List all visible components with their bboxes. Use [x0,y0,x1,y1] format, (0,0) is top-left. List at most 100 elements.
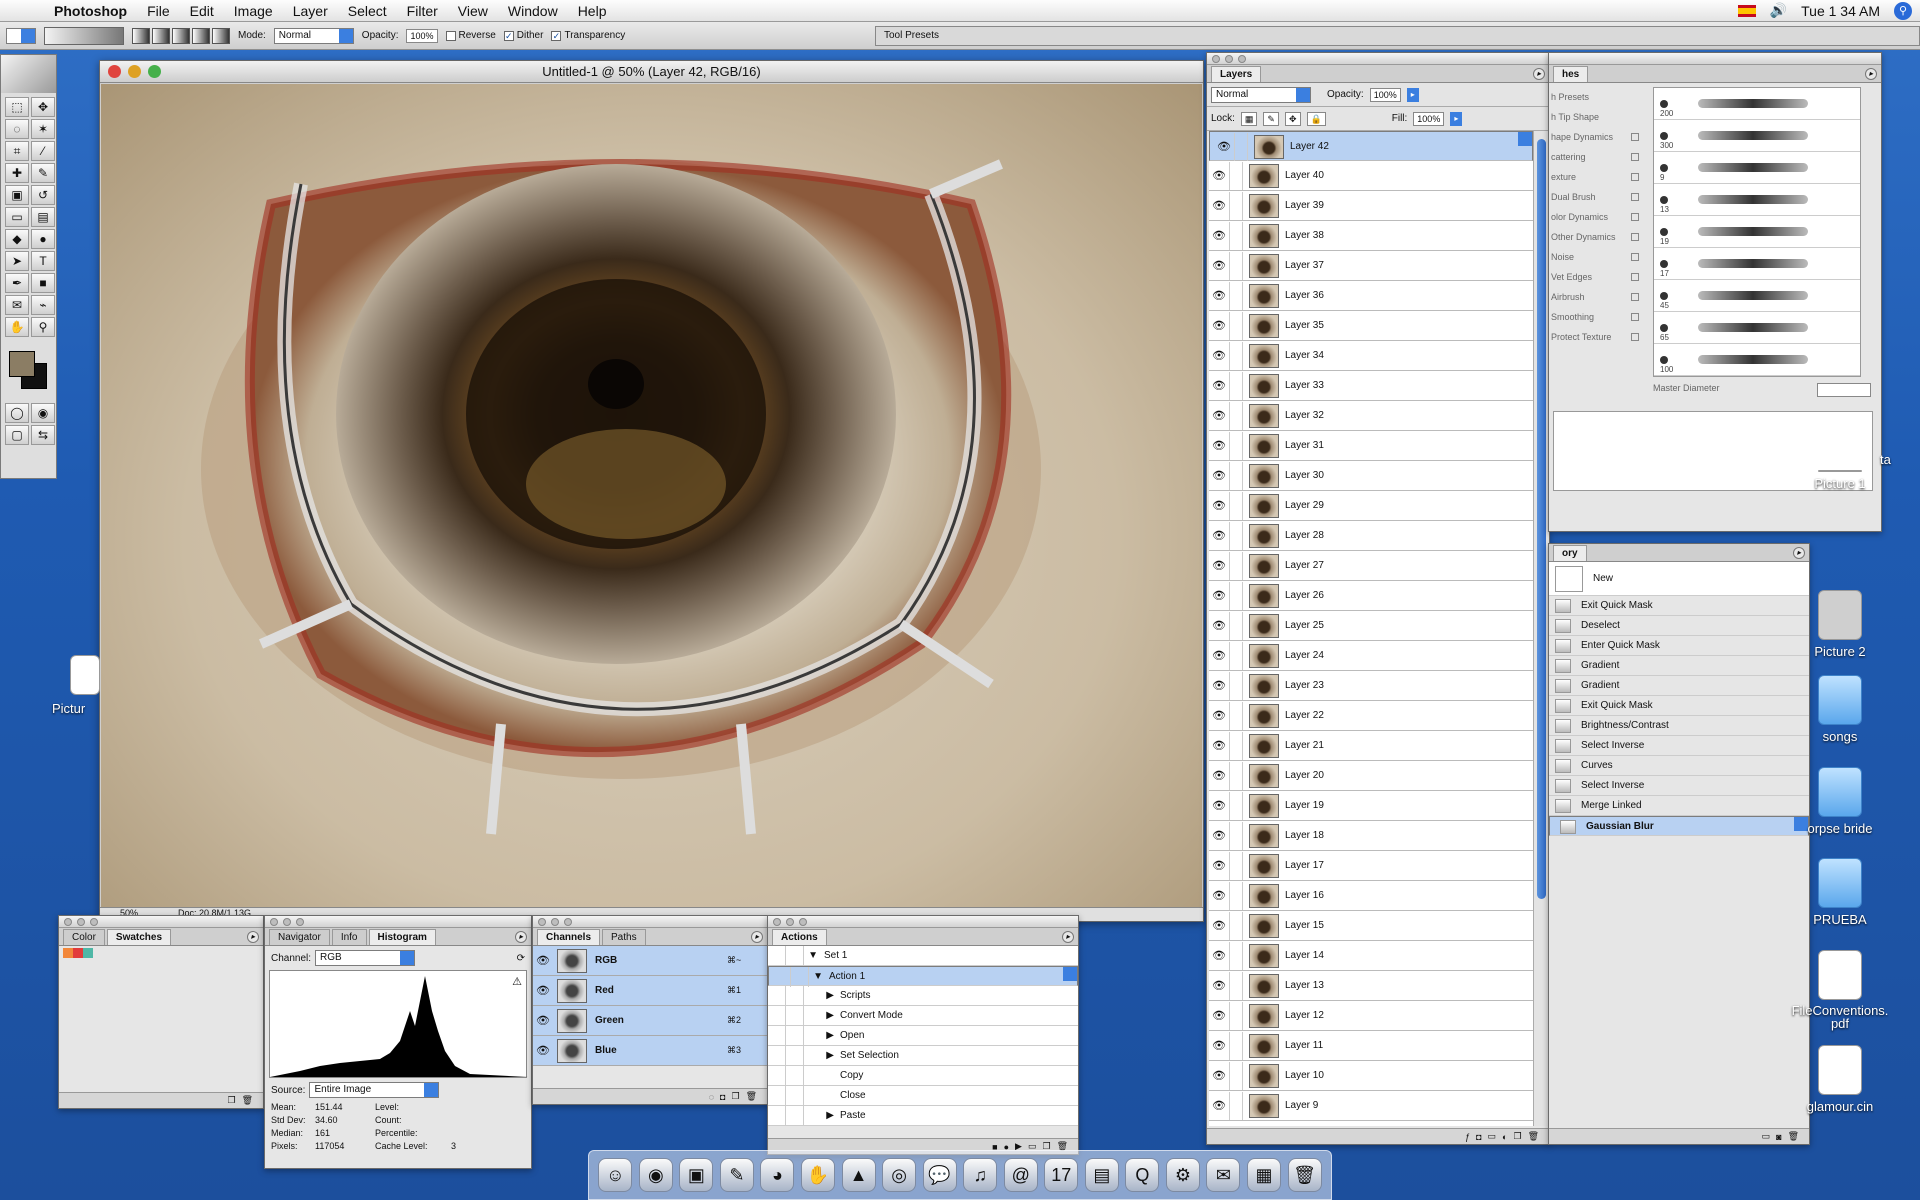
eye-visibility-icon[interactable]: 👁 [1209,799,1229,812]
lock-icon[interactable] [1631,133,1639,141]
brush-option[interactable]: Vet Edges [1549,267,1645,287]
histogram-menu-icon[interactable]: ▸ [515,931,527,943]
layer-row[interactable]: 👁 Layer 27 [1209,551,1533,581]
brush-option[interactable]: Airbrush [1549,287,1645,307]
input-flag-icon[interactable] [1737,4,1756,17]
quicktime-icon[interactable]: Q [1125,1158,1160,1192]
feather-logo-icon[interactable] [1,55,56,93]
history-state[interactable]: Exit Quick Mask [1549,696,1809,716]
safari-icon[interactable]: ◎ [882,1158,917,1192]
eye-visibility-icon[interactable]: 👁 [1209,679,1229,692]
layer-link-cell[interactable] [1229,851,1243,880]
layer-row[interactable]: 👁 Layer 26 [1209,581,1533,611]
action-dialog-cell[interactable] [786,1065,804,1086]
layer-link-cell[interactable] [1229,581,1243,610]
eye-visibility-icon[interactable]: 👁 [1209,709,1229,722]
imovie-icon[interactable]: ▣ [679,1158,714,1192]
brush-preset[interactable]: 45 [1654,280,1860,312]
history-state[interactable]: Gaussian Blur [1549,816,1809,836]
layer-link-cell[interactable] [1229,371,1243,400]
layer-style-icon[interactable]: ƒ [1465,1132,1470,1142]
history-state[interactable]: Select Inverse [1549,776,1809,796]
layer-row[interactable]: 👁 Layer 29 [1209,491,1533,521]
tab-info[interactable]: Info [331,929,367,945]
layer-opacity-input[interactable]: 100% [1369,87,1401,102]
action-dialog-cell[interactable] [786,1105,804,1126]
layer-row[interactable]: 👁 Layer 21 [1209,731,1533,761]
action-toggle-cell[interactable] [768,1105,786,1126]
menu-edit[interactable]: Edit [180,3,224,19]
brushes-menu-icon[interactable]: ▸ [1865,68,1877,80]
history-state[interactable]: Brightness/Contrast [1549,716,1809,736]
blend-mode-select[interactable]: Normal [1211,86,1311,103]
tab-paths[interactable]: Paths [602,929,646,945]
action-toggle-cell[interactable] [768,985,786,1006]
eye-visibility-icon[interactable]: 👁 [1209,469,1229,482]
layer-row[interactable]: 👁 Layer 11 [1209,1031,1533,1061]
brush-option[interactable]: Noise [1549,247,1645,267]
action-dialog-cell[interactable] [786,1025,804,1046]
preview-icon[interactable]: ▤ [1084,1158,1119,1192]
layer-link-cell[interactable] [1229,911,1243,940]
layer-link-cell[interactable] [1229,161,1243,190]
close-icon[interactable] [108,65,121,78]
documents-icon[interactable]: ▦ [1247,1158,1282,1192]
palette-menu-icon[interactable]: ▸ [1533,68,1545,80]
layer-row[interactable]: 👁 Layer 30 [1209,461,1533,491]
layer-link-cell[interactable] [1229,1031,1243,1060]
action-toggle-cell[interactable] [768,1025,786,1046]
pen-tool-icon[interactable]: ✒ [5,273,29,293]
refresh-icon[interactable]: ⟳ [517,953,525,964]
layer-row[interactable]: 👁 Layer 18 [1209,821,1533,851]
stamp-tool-icon[interactable]: ▣ [5,185,29,205]
layer-row[interactable]: 👁 Layer 39 [1209,191,1533,221]
standard-mode-icon[interactable]: ◯ [5,403,29,423]
action-dialog-cell[interactable] [786,1005,804,1026]
brush-thumbnails[interactable]: 200 300 9 13 19 17 45 65 100 [1653,87,1861,377]
eye-visibility-icon[interactable]: 👁 [533,1014,553,1027]
action-toggle-cell[interactable] [773,966,791,987]
layer-row[interactable]: 👁 Layer 24 [1209,641,1533,671]
history-state[interactable]: Select Inverse [1549,736,1809,756]
eye-visibility-icon[interactable]: 👁 [1209,619,1229,632]
brush-option[interactable]: Smoothing [1549,307,1645,327]
eye-visibility-icon[interactable]: 👁 [1209,439,1229,452]
disclosure-triangle-icon[interactable]: ▶ [804,990,840,1001]
layer-link-cell[interactable] [1229,281,1243,310]
action-dialog-cell[interactable] [786,1045,804,1066]
action-dialog-cell[interactable] [791,966,809,987]
layer-link-cell[interactable] [1229,881,1243,910]
disclosure-triangle-icon[interactable]: ▶ [804,1010,840,1021]
eye-visibility-icon[interactable]: 👁 [1209,229,1229,242]
layer-link-cell[interactable] [1229,221,1243,250]
layer-row[interactable]: 👁 Layer 16 [1209,881,1533,911]
eye-visibility-icon[interactable]: 👁 [1209,889,1229,902]
action-row[interactable]: ▼ Action 1 [768,966,1078,987]
tab-channels[interactable]: Channels [537,929,601,945]
fill-arrow-icon[interactable]: ▸ [1450,111,1463,126]
lock-icon[interactable] [1631,233,1639,241]
trash-dock-icon[interactable]: 🗑 [1287,1158,1322,1192]
lock-icon[interactable] [1631,193,1639,201]
eye-visibility-icon[interactable]: 👁 [1209,1069,1229,1082]
channel-trash-icon[interactable]: 🗑 [746,1091,757,1102]
healing-tool-icon[interactable]: ✚ [5,163,29,183]
mail-icon[interactable]: ✉ [1206,1158,1241,1192]
dither-checkbox[interactable]: ✓ Dither [503,30,543,41]
blur-tool-icon[interactable]: ◆ [5,229,29,249]
brush-option[interactable]: Protect Texture [1549,327,1645,347]
brush-option[interactable]: Dual Brush [1549,187,1645,207]
hand-icon[interactable]: ✋ [801,1158,835,1192]
document-titlebar[interactable]: Untitled-1 @ 50% (Layer 42, RGB/16) [100,61,1203,83]
action-dialog-cell[interactable] [786,945,804,966]
tab-layers[interactable]: Layers [1211,66,1262,82]
eraser-tool-icon[interactable]: ▭ [5,207,29,227]
tool-presets-well[interactable]: Tool Presets [875,25,1920,46]
history-state[interactable]: Exit Quick Mask [1549,596,1809,616]
layer-row[interactable]: 👁 Layer 38 [1209,221,1533,251]
new-layer-icon[interactable]: ❐ [1513,1131,1521,1142]
minimize-icon[interactable] [128,65,141,78]
action-row[interactable]: Copy [768,1065,1078,1086]
layer-link-cell[interactable] [1229,461,1243,490]
history-trash-icon[interactable]: 🗑 [1788,1131,1799,1142]
